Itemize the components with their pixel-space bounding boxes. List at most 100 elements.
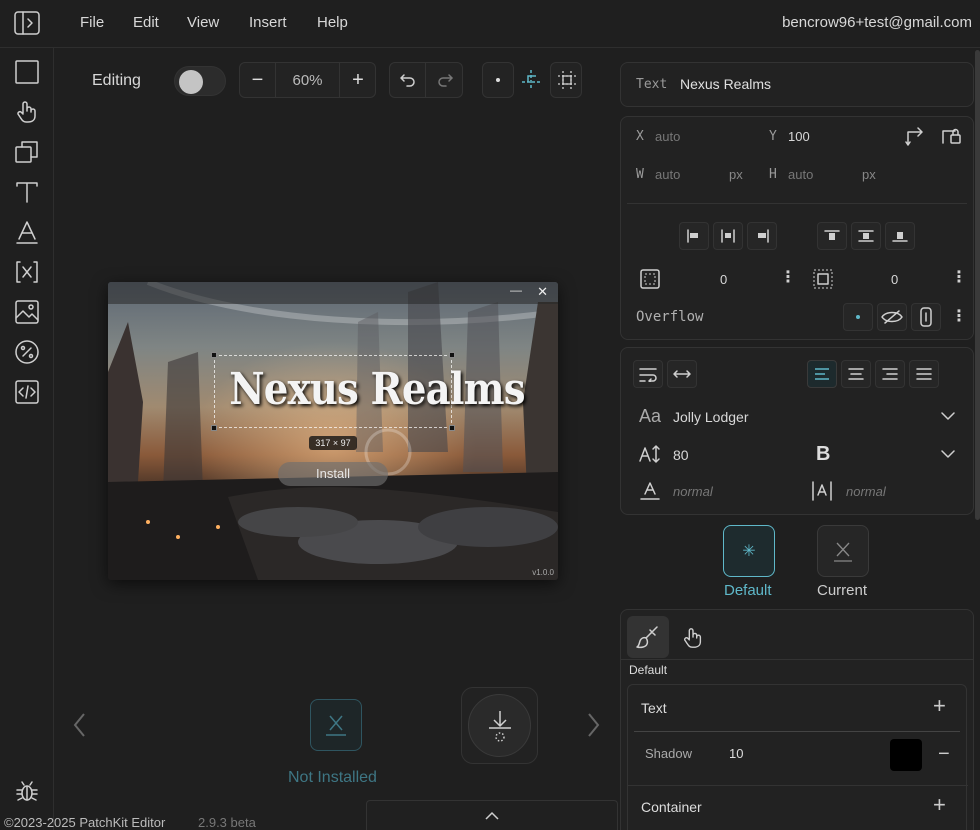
- divider: [621, 659, 973, 660]
- installing-state-button[interactable]: [461, 687, 538, 764]
- align-top-icon[interactable]: [817, 222, 847, 250]
- position-anchor-icon[interactable]: [904, 125, 926, 147]
- position-lock-icon[interactable]: [940, 123, 962, 147]
- menu-edit[interactable]: Edit: [133, 14, 159, 31]
- align-right-icon[interactable]: [747, 222, 777, 250]
- user-email[interactable]: bencrow96+test@gmail.com: [782, 14, 972, 31]
- launcher-preview-window[interactable]: — ✕ Nexus Realms 317 × 97 Install v1.0.0: [108, 282, 558, 580]
- hand-tool-icon[interactable]: [12, 97, 42, 127]
- text-align-justify-icon[interactable]: [909, 360, 939, 388]
- text-wrap-icon[interactable]: [633, 360, 663, 388]
- bottom-drawer-toggle[interactable]: [366, 800, 618, 830]
- text-nowrap-icon[interactable]: [667, 360, 697, 388]
- add-text-style-icon[interactable]: +: [933, 693, 946, 719]
- editing-toggle[interactable]: [174, 66, 226, 96]
- w-unit[interactable]: px: [729, 167, 743, 182]
- align-center-h-icon[interactable]: [713, 222, 743, 250]
- align-bottom-icon[interactable]: [885, 222, 915, 250]
- margin-more-icon[interactable]: ⋮: [951, 270, 967, 286]
- menu-insert[interactable]: Insert: [249, 14, 287, 31]
- y-input[interactable]: 100: [788, 129, 810, 144]
- align-middle-icon[interactable]: [851, 222, 881, 250]
- download-icon: [468, 694, 531, 757]
- footer-copyright: ©2023-2025 PatchKit Editor: [4, 815, 166, 830]
- current-state-button[interactable]: [817, 525, 869, 577]
- image-tool-icon[interactable]: [12, 297, 42, 327]
- snap-dot-button[interactable]: [482, 62, 514, 98]
- resize-handle[interactable]: [449, 425, 455, 431]
- not-installed-state-button[interactable]: [310, 699, 362, 751]
- overflow-visible-button[interactable]: [843, 303, 873, 331]
- inspector-scrollbar[interactable]: [975, 50, 980, 520]
- resize-handle[interactable]: [211, 352, 217, 358]
- text-align-right-icon[interactable]: [875, 360, 905, 388]
- selection-size-badge: 317 × 97: [309, 436, 357, 450]
- sidebar-toggle-icon[interactable]: [14, 11, 40, 35]
- menu-file[interactable]: File: [80, 14, 104, 31]
- overflow-more-icon[interactable]: ⋮: [951, 309, 967, 325]
- remove-shadow-icon[interactable]: −: [938, 743, 950, 766]
- shadow-color-swatch[interactable]: [890, 739, 922, 771]
- margin-input[interactable]: 0: [891, 272, 898, 287]
- h-label: H: [769, 167, 777, 182]
- x-input[interactable]: auto: [655, 129, 680, 144]
- grid-toggle-button[interactable]: [550, 62, 582, 98]
- overflow-hidden-icon[interactable]: [877, 303, 907, 331]
- font-family-select[interactable]: Jolly Lodger: [673, 409, 749, 425]
- menu-help[interactable]: Help: [317, 14, 348, 31]
- container-tool-icon[interactable]: [12, 137, 42, 167]
- chevron-down-icon[interactable]: [941, 411, 955, 421]
- h-unit[interactable]: px: [862, 167, 876, 182]
- align-left-icon[interactable]: [679, 222, 709, 250]
- overflow-scroll-icon[interactable]: [911, 303, 941, 331]
- font-size-input[interactable]: 80: [673, 447, 689, 463]
- top-menu-bar: File Edit View Insert Help bencrow96+tes…: [0, 0, 980, 48]
- h-input[interactable]: auto: [788, 167, 813, 182]
- letter-spacing-input[interactable]: normal: [673, 484, 713, 499]
- w-label: W: [636, 167, 644, 182]
- selection-box[interactable]: Nexus Realms: [211, 352, 526, 431]
- padding-more-icon[interactable]: ⋮: [780, 270, 796, 286]
- preview-close-button[interactable]: ✕: [537, 284, 548, 300]
- zoom-in-button[interactable]: +: [339, 63, 376, 97]
- rectangle-tool-icon[interactable]: [12, 57, 42, 87]
- preview-install-button[interactable]: Install: [278, 462, 388, 486]
- previous-state-icon[interactable]: [72, 712, 88, 738]
- zoom-control: − 60% +: [239, 62, 376, 98]
- shadow-label: Shadow: [645, 746, 692, 761]
- w-input[interactable]: auto: [655, 167, 680, 182]
- undo-icon[interactable]: [390, 63, 426, 97]
- hover-hand-icon[interactable]: [681, 626, 705, 650]
- preview-version: v1.0.0: [532, 568, 554, 577]
- progress-tool-icon[interactable]: [12, 337, 42, 367]
- next-state-icon[interactable]: [585, 712, 601, 738]
- divider: [628, 785, 968, 786]
- chevron-down-icon[interactable]: [941, 449, 955, 459]
- resize-handle[interactable]: [211, 425, 217, 431]
- shadow-input[interactable]: 10: [729, 746, 743, 761]
- padding-input[interactable]: 0: [720, 272, 727, 287]
- redo-icon[interactable]: [427, 63, 463, 97]
- add-container-style-icon[interactable]: +: [933, 792, 946, 818]
- style-properties: Text + Shadow 10 − Container +: [627, 684, 968, 830]
- snap-guides-icon[interactable]: [520, 68, 542, 90]
- resize-handle[interactable]: [449, 352, 455, 358]
- debug-bug-icon[interactable]: [12, 776, 42, 806]
- font-tool-icon[interactable]: [12, 217, 42, 247]
- zoom-out-button[interactable]: −: [240, 63, 276, 97]
- mode-label: Editing: [92, 72, 141, 89]
- menu-view[interactable]: View: [187, 14, 219, 31]
- footer-version: 2.9.3 beta: [198, 815, 256, 830]
- text-align-left-icon[interactable]: [807, 360, 837, 388]
- text-align-center-icon[interactable]: [841, 360, 871, 388]
- zoom-level[interactable]: 60%: [276, 63, 339, 97]
- line-height-input[interactable]: normal: [846, 484, 886, 499]
- text-tool-icon[interactable]: [12, 177, 42, 207]
- font-weight-bold[interactable]: B: [816, 443, 830, 466]
- default-state-button[interactable]: ✳: [723, 525, 775, 577]
- variable-tool-icon[interactable]: [12, 257, 42, 287]
- brush-icon[interactable]: [627, 616, 669, 658]
- preview-minimize-button[interactable]: —: [510, 283, 522, 297]
- element-name[interactable]: Nexus Realms: [680, 76, 771, 92]
- code-tool-icon[interactable]: [12, 377, 42, 407]
